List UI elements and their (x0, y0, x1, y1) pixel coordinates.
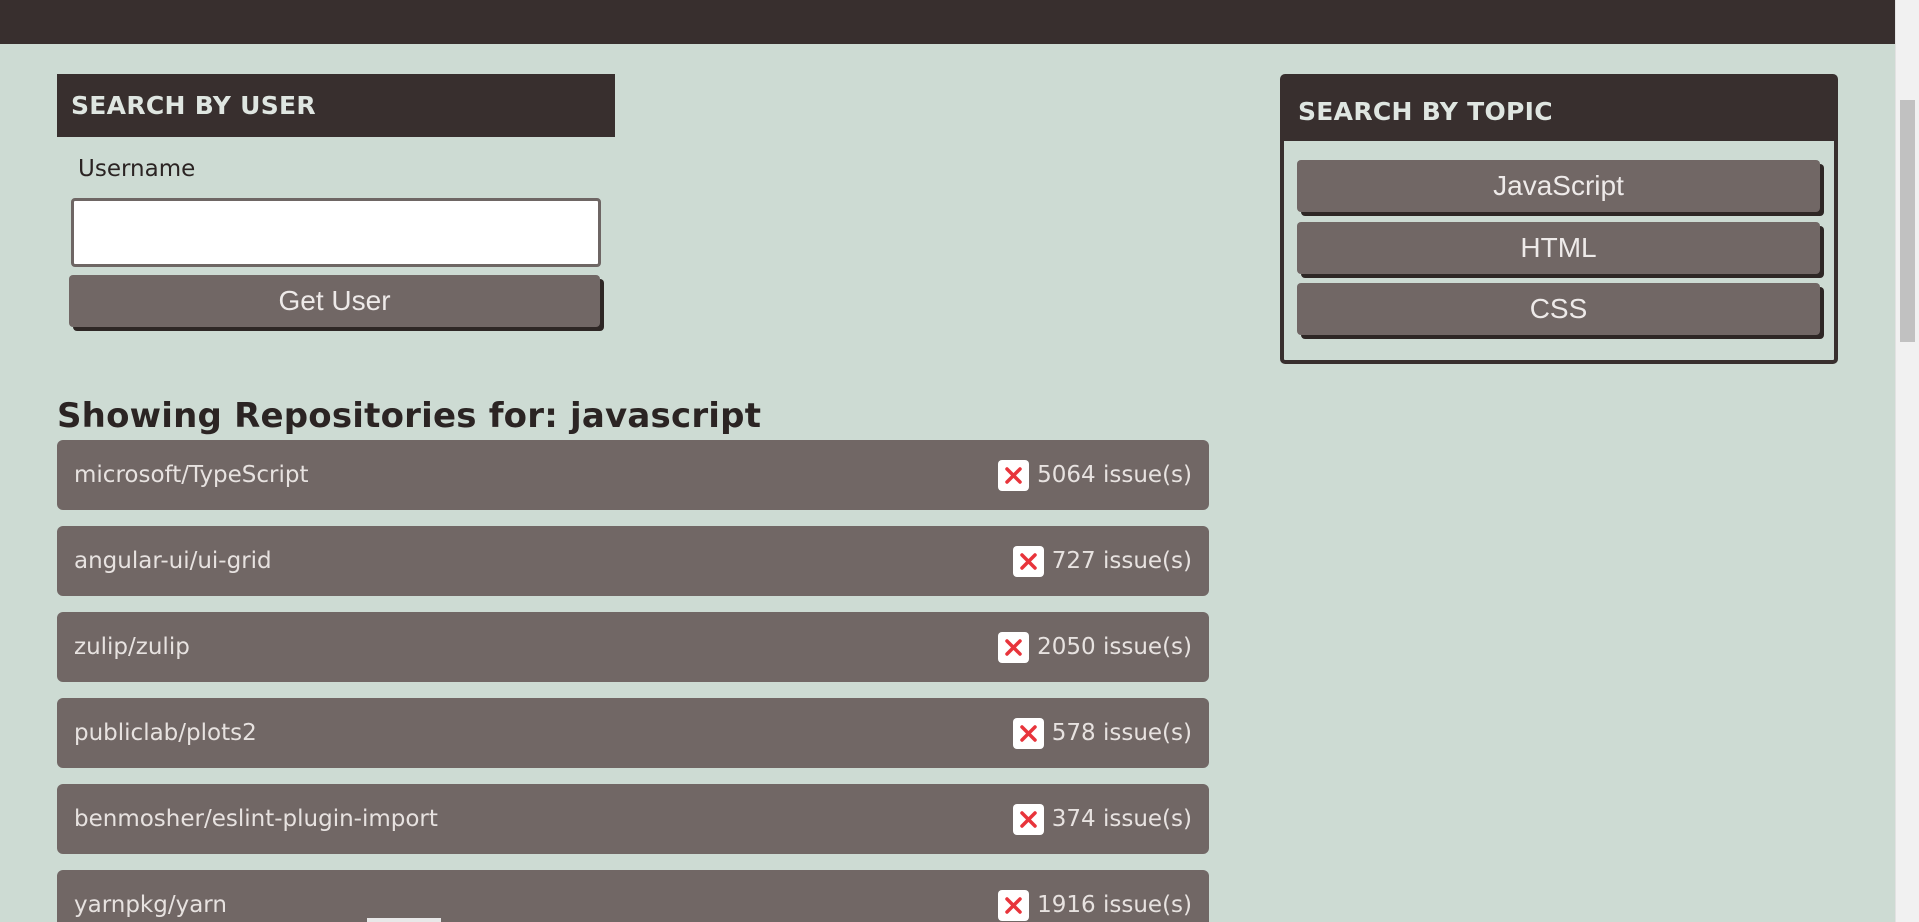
repo-issue-count: 578 issue(s) (1012, 698, 1192, 768)
repo-issue-count: 374 issue(s) (1012, 784, 1192, 854)
x-icon (1012, 545, 1044, 577)
repo-name-link[interactable]: angular-ui/ui-grid (74, 526, 272, 596)
scrollbar-thumb[interactable] (1900, 100, 1915, 342)
username-input[interactable] (71, 198, 601, 267)
issue-count-text: 578 issue(s) (1051, 720, 1192, 746)
username-label: Username (78, 156, 196, 182)
search-by-topic-header: SEARCH BY TOPIC (1284, 78, 1834, 141)
topic-html-button[interactable]: HTML (1297, 222, 1820, 274)
search-by-user-header: SEARCH BY USER (57, 74, 615, 137)
repo-name-link[interactable]: zulip/zulip (74, 612, 190, 682)
topic-javascript-button[interactable]: JavaScript (1297, 160, 1820, 212)
issue-count-text: 2050 issue(s) (1037, 634, 1192, 660)
x-icon (1012, 717, 1044, 749)
issue-count-text: 374 issue(s) (1051, 806, 1192, 832)
repo-issue-count: 727 issue(s) (1012, 526, 1192, 596)
vertical-scrollbar[interactable] (1895, 0, 1919, 922)
repo-name-link[interactable]: microsoft/TypeScript (74, 440, 309, 510)
x-icon (998, 459, 1030, 491)
repo-list: microsoft/TypeScript 5064 issue(s) angul… (57, 440, 1209, 922)
repo-name-link[interactable]: publiclab/plots2 (74, 698, 257, 768)
repo-name-link[interactable]: yarnpkg/yarn (74, 870, 227, 922)
get-user-button[interactable]: Get User (69, 275, 600, 327)
repo-issue-count: 5064 issue(s) (998, 440, 1192, 510)
repo-list-heading: Showing Repositories for: javascript (57, 396, 762, 436)
repo-issue-count: 2050 issue(s) (998, 612, 1192, 682)
repo-item[interactable]: angular-ui/ui-grid 727 issue(s) (57, 526, 1209, 596)
issue-count-text: 1916 issue(s) (1037, 892, 1192, 918)
repo-item[interactable]: benmosher/eslint-plugin-import 374 issue… (57, 784, 1209, 854)
repo-item[interactable]: publiclab/plots2 578 issue(s) (57, 698, 1209, 768)
x-icon (1012, 803, 1044, 835)
app-viewport: SEARCH BY USER Username Get User SEARCH … (0, 0, 1919, 922)
topic-css-button[interactable]: CSS (1297, 283, 1820, 335)
search-by-topic-panel: SEARCH BY TOPIC JavaScript HTML CSS (1280, 74, 1838, 364)
repo-item[interactable]: zulip/zulip 2050 issue(s) (57, 612, 1209, 682)
x-icon (998, 889, 1030, 921)
repo-item[interactable]: yarnpkg/yarn 1916 issue(s) (57, 870, 1209, 922)
repo-issue-count: 1916 issue(s) (998, 870, 1192, 922)
repo-name-link[interactable]: benmosher/eslint-plugin-import (74, 784, 438, 854)
top-nav-bar (0, 0, 1895, 44)
issue-count-text: 727 issue(s) (1051, 548, 1192, 574)
repo-item[interactable]: microsoft/TypeScript 5064 issue(s) (57, 440, 1209, 510)
issue-count-text: 5064 issue(s) (1037, 462, 1192, 488)
x-icon (998, 631, 1030, 663)
bottom-edge-tab (367, 918, 441, 922)
